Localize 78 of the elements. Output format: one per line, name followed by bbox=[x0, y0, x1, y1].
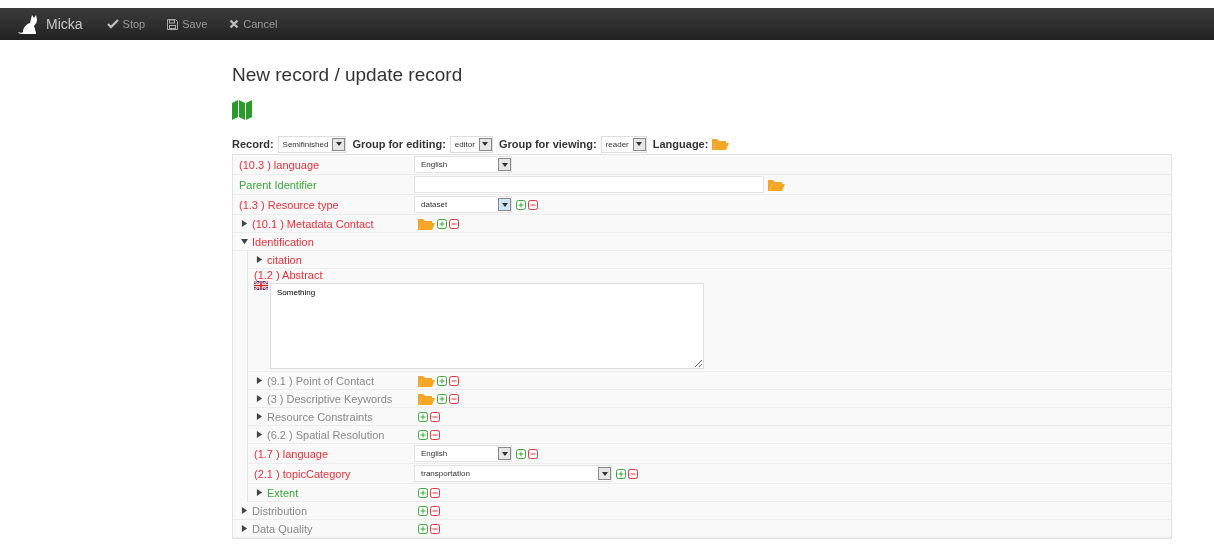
abstract-textarea[interactable]: Something bbox=[270, 283, 704, 369]
caret-down-icon bbox=[636, 142, 643, 146]
caret-down-icon bbox=[335, 142, 342, 146]
caret-right-icon[interactable] bbox=[255, 431, 263, 438]
caret-down-icon[interactable] bbox=[240, 238, 248, 245]
caret-right-icon[interactable] bbox=[240, 220, 248, 227]
section-label[interactable]: (9.1 ) Point of Contact bbox=[267, 374, 374, 387]
toolbar-button[interactable]: Stop bbox=[106, 18, 146, 30]
add-icon[interactable] bbox=[418, 505, 428, 516]
field-label: (2.1 ) topicCategory bbox=[254, 467, 351, 480]
field-label: Parent Identifier bbox=[239, 178, 317, 191]
remove-icon[interactable] bbox=[528, 448, 538, 459]
add-icon[interactable] bbox=[418, 429, 428, 440]
remove-icon[interactable] bbox=[449, 393, 459, 404]
caret-right-icon[interactable] bbox=[255, 489, 263, 496]
remove-icon[interactable] bbox=[430, 487, 440, 498]
section-label[interactable]: Extent bbox=[267, 486, 299, 499]
add-icon[interactable] bbox=[437, 218, 447, 229]
remove-icon[interactable] bbox=[430, 429, 440, 440]
caret-down-icon bbox=[501, 162, 508, 167]
remove-icon[interactable] bbox=[528, 199, 538, 210]
dropdown[interactable]: Semifinished bbox=[277, 135, 347, 153]
caret-down-icon bbox=[501, 202, 508, 207]
add-icon[interactable] bbox=[516, 448, 526, 459]
caret-down-icon bbox=[501, 451, 508, 456]
page-title: New record / update record bbox=[232, 64, 464, 86]
add-icon[interactable] bbox=[437, 375, 447, 386]
section-label[interactable]: Resource Constraints bbox=[267, 410, 373, 423]
caret-right-icon[interactable] bbox=[255, 413, 263, 420]
section-label[interactable]: citation bbox=[267, 253, 302, 266]
field-label: (1.7 ) language bbox=[254, 447, 328, 460]
section-label[interactable]: (3 ) Descriptive Keywords bbox=[267, 392, 393, 405]
remove-icon[interactable] bbox=[449, 218, 459, 229]
dropdown[interactable]: English bbox=[414, 156, 512, 173]
remove-icon[interactable] bbox=[449, 375, 459, 386]
brand-name[interactable]: Micka bbox=[46, 16, 83, 32]
check-icon bbox=[106, 19, 119, 29]
field-label: (1.2 ) Abstract bbox=[254, 269, 323, 281]
caret-right-icon[interactable] bbox=[240, 507, 248, 514]
remove-icon[interactable] bbox=[430, 411, 440, 422]
field-label: (10.3 ) language bbox=[239, 158, 320, 171]
field-label: Group for editing: bbox=[352, 138, 446, 150]
field-label: Record: bbox=[232, 138, 274, 150]
toolbar-button[interactable]: Save bbox=[167, 18, 208, 30]
add-icon[interactable] bbox=[418, 523, 428, 534]
caret-right-icon[interactable] bbox=[255, 256, 263, 263]
add-icon[interactable] bbox=[418, 487, 428, 498]
add-icon[interactable] bbox=[418, 411, 428, 422]
add-icon[interactable] bbox=[437, 393, 447, 404]
dropdown[interactable]: editor bbox=[449, 135, 493, 153]
caret-right-icon[interactable] bbox=[255, 395, 263, 402]
field-label: Language: bbox=[652, 138, 709, 150]
section-label[interactable]: (10.1 ) Metadata Contact bbox=[252, 217, 374, 230]
caret-right-icon[interactable] bbox=[255, 377, 263, 384]
cat-logo-icon bbox=[18, 13, 40, 35]
remove-icon[interactable] bbox=[628, 468, 638, 479]
close-icon bbox=[229, 19, 240, 29]
field-label: (1.3 ) Resource type bbox=[239, 198, 339, 211]
section-label[interactable]: Identification bbox=[252, 235, 314, 248]
dropdown[interactable]: English bbox=[414, 445, 512, 462]
caret-right-icon[interactable] bbox=[240, 525, 248, 532]
section-label[interactable]: (6.2 ) Spatial Resolution bbox=[267, 428, 385, 441]
remove-icon[interactable] bbox=[430, 505, 440, 516]
add-icon[interactable] bbox=[516, 199, 526, 210]
section-label[interactable]: Data Quality bbox=[252, 522, 313, 535]
remove-icon[interactable] bbox=[430, 523, 440, 534]
map-icon bbox=[232, 100, 252, 120]
add-icon[interactable] bbox=[616, 468, 626, 479]
toolbar-button[interactable]: Cancel bbox=[229, 18, 278, 30]
uk-flag-icon bbox=[254, 281, 268, 290]
caret-down-icon bbox=[482, 142, 489, 146]
dropdown[interactable]: dataset bbox=[414, 196, 512, 213]
dropdown[interactable]: reader bbox=[600, 135, 647, 153]
text-field[interactable] bbox=[414, 176, 764, 193]
field-label: Group for viewing: bbox=[498, 138, 597, 150]
caret-down-icon bbox=[601, 471, 608, 476]
section-label[interactable]: Distribution bbox=[252, 504, 308, 517]
dropdown[interactable]: transportation bbox=[414, 465, 612, 482]
